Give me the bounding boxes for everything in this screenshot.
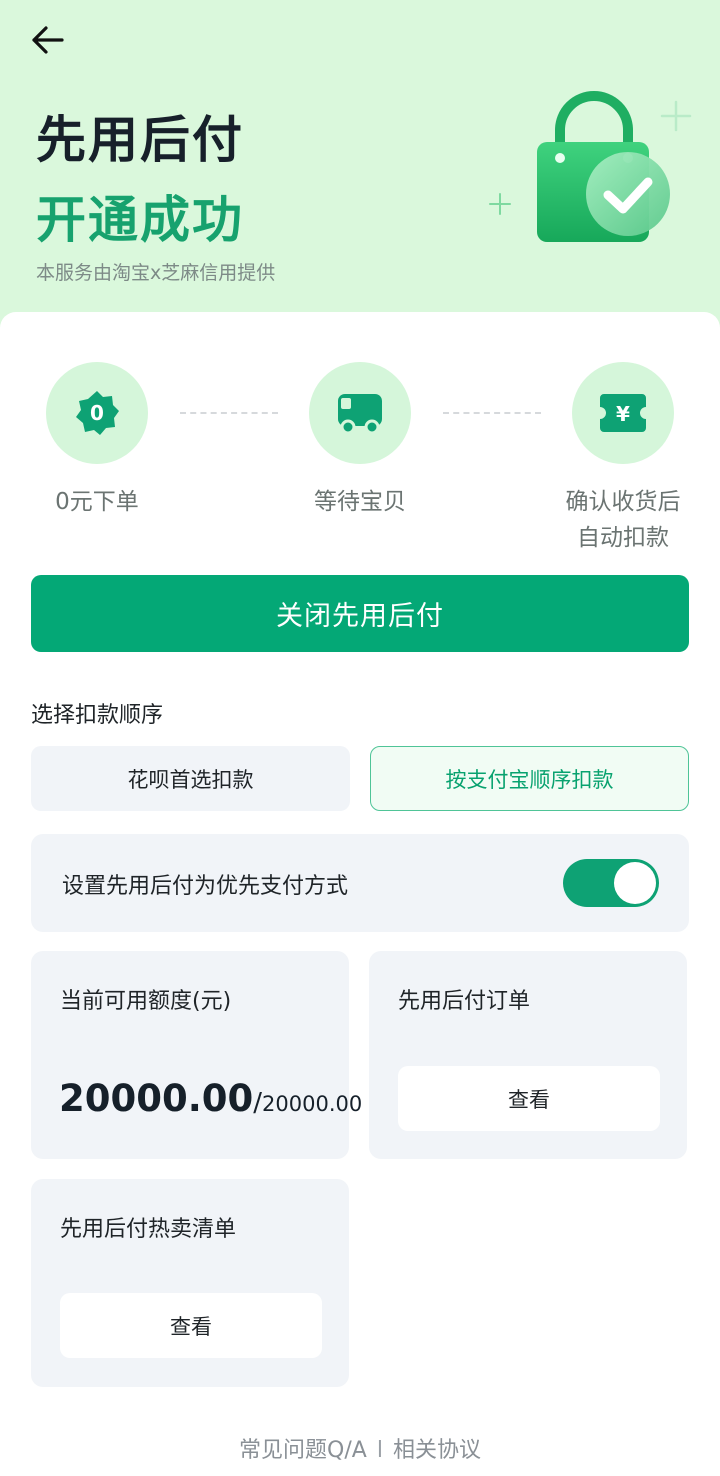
priority-setting-row: 设置先用后付为优先支付方式 bbox=[31, 834, 689, 932]
priority-toggle[interactable] bbox=[563, 859, 659, 907]
step-label-line1: 确认收货后 bbox=[565, 489, 681, 515]
shopping-bag-check-icon bbox=[489, 91, 692, 242]
footer-links: 常见问题Q/A l 相关协议 bbox=[0, 1432, 720, 1464]
quota-separator: / bbox=[253, 1088, 263, 1118]
orders-title: 先用后付订单 bbox=[398, 989, 531, 1014]
quota-total: 20000.00 bbox=[262, 1092, 363, 1116]
orders-tile: 先用后付订单 查看 bbox=[369, 951, 687, 1159]
toggle-knob bbox=[614, 862, 656, 904]
page-title: 先用后付 bbox=[36, 111, 244, 169]
page: 先用后付 开通成功 本服务由淘宝x芝麻信用提供 0 0元下单 等待宝贝 ¥ 确认… bbox=[0, 0, 720, 1476]
hot-list-title: 先用后付热卖清单 bbox=[60, 1217, 237, 1242]
agreement-link[interactable]: 相关协议 bbox=[393, 1438, 481, 1463]
priority-setting-label: 设置先用后付为优先支付方式 bbox=[62, 874, 349, 899]
step-label: 0元下单 bbox=[55, 489, 139, 515]
step-label: 等待宝贝 bbox=[314, 489, 406, 515]
step-label: 确认收货后 自动扣款 bbox=[523, 484, 720, 556]
quota-title: 当前可用额度(元) bbox=[60, 989, 232, 1014]
quota-tile: 当前可用额度(元) 20000.00/20000.00 bbox=[31, 951, 362, 1159]
hot-list-tile: 先用后付热卖清单 查看 bbox=[31, 1179, 349, 1387]
step-label-line2: 自动扣款 bbox=[577, 525, 669, 551]
back-button[interactable] bbox=[26, 20, 70, 60]
close-service-button[interactable]: 关闭先用后付 bbox=[31, 575, 689, 652]
view-orders-button[interactable]: 查看 bbox=[398, 1066, 660, 1131]
view-hot-list-button[interactable]: 查看 bbox=[60, 1293, 322, 1358]
footer-divider: l bbox=[376, 1438, 383, 1463]
quota-available: 20000.00 bbox=[59, 1077, 254, 1120]
step-circle: ¥ bbox=[572, 362, 674, 464]
step-circle bbox=[309, 362, 411, 464]
step-wait-goods: 等待宝贝 bbox=[260, 362, 460, 520]
zero-badge-icon: 0 bbox=[76, 391, 119, 435]
zero-badge-text: 0 bbox=[90, 401, 104, 425]
yuan-ticket-text: ¥ bbox=[616, 402, 630, 426]
step-zero-order: 0 0元下单 bbox=[0, 362, 197, 520]
header: 先用后付 开通成功 本服务由淘宝x芝麻信用提供 bbox=[0, 0, 720, 340]
option-huabei-first[interactable]: 花呗首选扣款 bbox=[31, 746, 350, 811]
back-arrow-icon bbox=[32, 26, 64, 54]
deduction-section-label: 选择扣款顺序 bbox=[31, 703, 164, 728]
provider-text: 本服务由淘宝x芝麻信用提供 bbox=[36, 262, 276, 284]
step-auto-deduct: ¥ 确认收货后 自动扣款 bbox=[523, 362, 720, 556]
quota-value: 20000.00/20000.00 bbox=[59, 1077, 362, 1120]
truck-icon bbox=[338, 394, 382, 435]
success-title: 开通成功 bbox=[36, 191, 244, 249]
step-circle: 0 bbox=[46, 362, 148, 464]
option-alipay-order[interactable]: 按支付宝顺序扣款 bbox=[370, 746, 689, 811]
faq-link[interactable]: 常见问题Q/A bbox=[239, 1438, 367, 1463]
yuan-ticket-icon: ¥ bbox=[600, 394, 646, 432]
